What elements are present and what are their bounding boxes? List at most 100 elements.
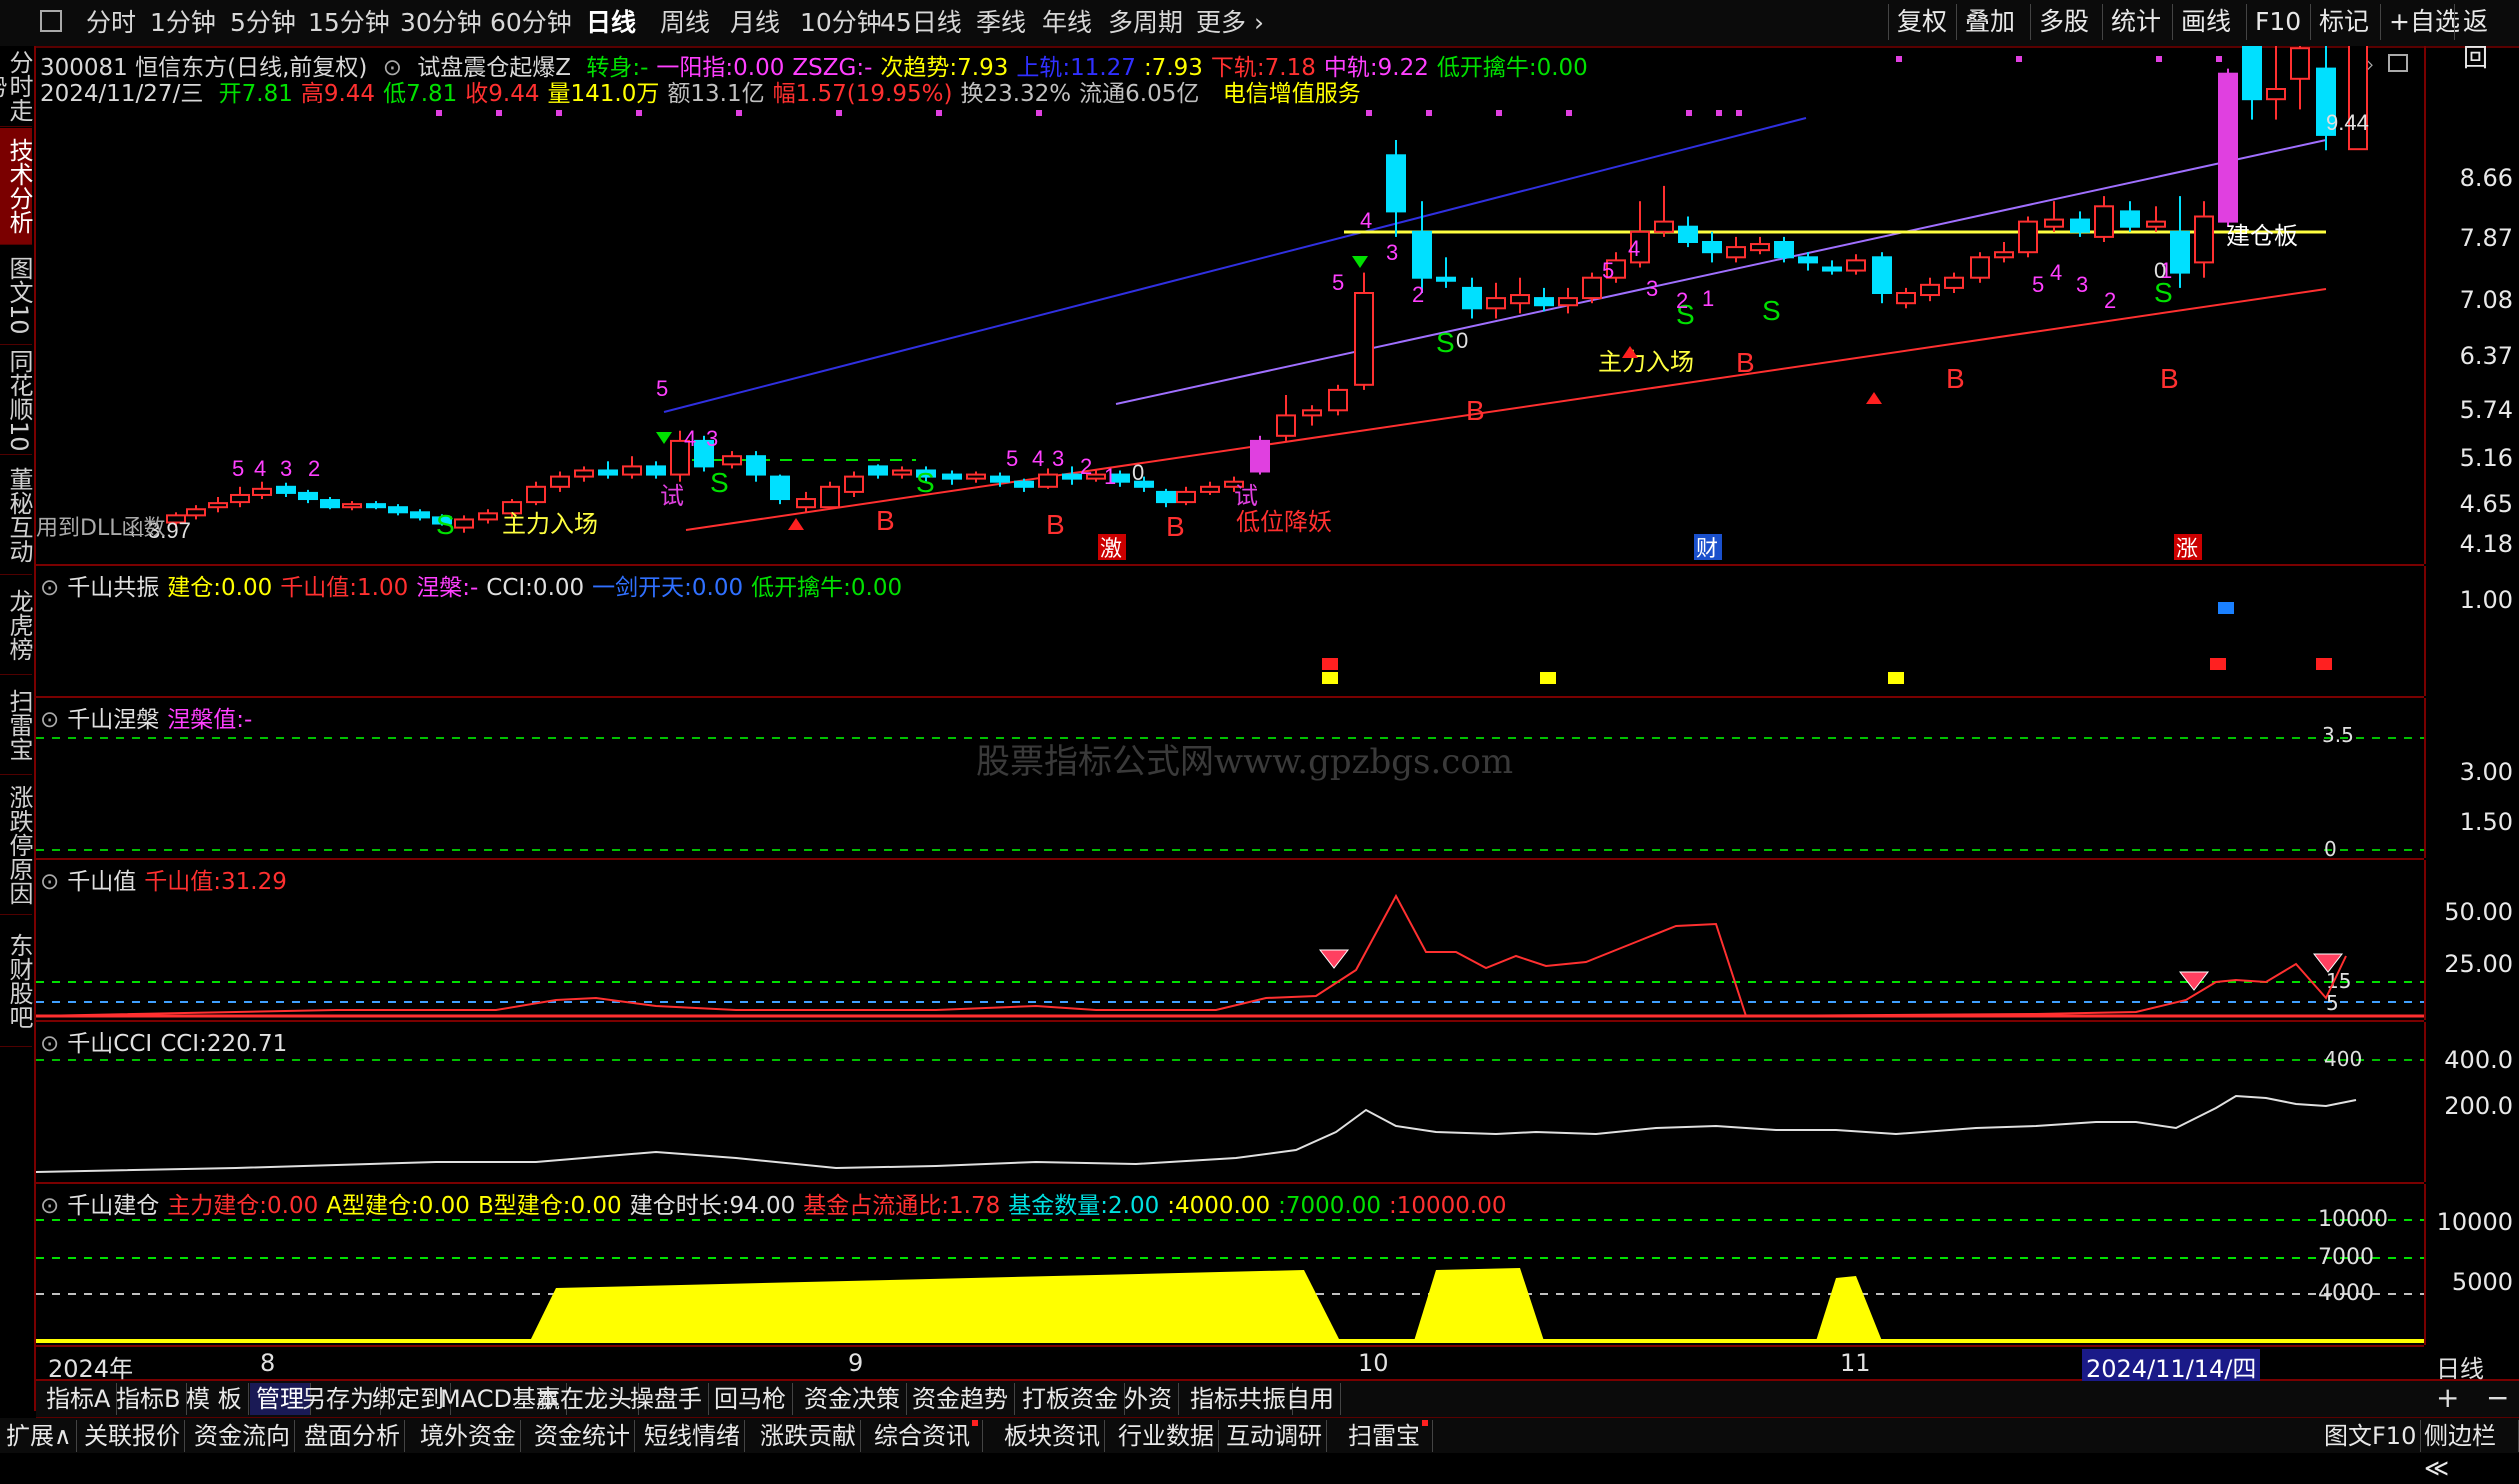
indicator-tab-14[interactable]: 指标共振 bbox=[1184, 1383, 1293, 1415]
status-tab-0[interactable]: 扩展∧ bbox=[2, 1420, 77, 1452]
status-right-1[interactable]: 侧边栏≪ bbox=[2420, 1420, 2519, 1482]
status-right-0[interactable]: 图文F10 bbox=[2320, 1420, 2422, 1452]
toolbar-right-1[interactable]: 叠加 bbox=[1956, 4, 2023, 40]
wave-count-11: 1 bbox=[1104, 464, 1116, 489]
period-tab-14[interactable]: 更多 › bbox=[1196, 6, 1264, 40]
signal-dot bbox=[1716, 110, 1722, 116]
candle bbox=[2094, 196, 2114, 242]
indicator-tab-0[interactable]: 指标A bbox=[40, 1383, 118, 1415]
status-tab-3[interactable]: 盘面分析 bbox=[300, 1420, 405, 1452]
buy-marker-0: B bbox=[876, 505, 895, 536]
gongzhen-panel[interactable]: ⊙ 千山共振 建仓:0.00 千山值:1.00 涅槃:- CCI:0.00 一剑开天:0.0… bbox=[36, 566, 2424, 698]
jiancang-panel[interactable]: ⊙ 千山建仓 主力建仓:0.00 A型建仓:0.00 B型建仓:0.00 建仓时长:94.… bbox=[36, 1184, 2424, 1347]
status-tab-6[interactable]: 短线情绪 bbox=[640, 1420, 745, 1452]
status-tab-5[interactable]: 资金统计 bbox=[530, 1420, 635, 1452]
period-label[interactable]: 日线 bbox=[2436, 1349, 2484, 1384]
minus-icon[interactable]: − bbox=[2486, 1381, 2509, 1414]
period-tab-3[interactable]: 15分钟 bbox=[308, 6, 390, 40]
kline-panel[interactable]: 300081 恒信东方(日线,前复权) ⊙ 试盘震仓起爆Z 转身:- 一阳指:0.… bbox=[36, 46, 2424, 566]
period-tab-10[interactable]: 45日线 bbox=[880, 6, 962, 40]
status-tab-4[interactable]: 境外资金 bbox=[416, 1420, 521, 1452]
wave-count-12: 5 bbox=[1332, 270, 1344, 295]
signal-dot bbox=[496, 110, 502, 116]
indicator-tab-8[interactable]: 操盘手 bbox=[624, 1383, 709, 1415]
sidebar-tab-3[interactable]: 同花顺10 bbox=[0, 346, 33, 455]
status-tab-10[interactable]: 行业数据 bbox=[1114, 1420, 1219, 1452]
sidebar-tab-6[interactable]: 扫雷宝 bbox=[0, 676, 33, 775]
sidebar-tab-7[interactable]: 涨跌停原因 bbox=[0, 776, 33, 915]
candle bbox=[2018, 216, 2038, 258]
toolbar-right-6[interactable]: 标记 bbox=[2310, 4, 2377, 40]
status-tab-9[interactable]: 板块资讯 bbox=[1000, 1420, 1105, 1452]
toolbar-right-8[interactable]: 返回 bbox=[2454, 4, 2519, 72]
sidebar-tab-0[interactable]: 分时走势 bbox=[0, 46, 33, 127]
indicator-tab-11[interactable]: 资金趋势 bbox=[906, 1383, 1015, 1415]
candle bbox=[2044, 201, 2064, 232]
add-icon[interactable]: + bbox=[2436, 1381, 2459, 1414]
resonance-signal-2 bbox=[1540, 672, 1556, 684]
badge-cai: 财 bbox=[1696, 536, 1718, 561]
status-tab-2[interactable]: 资金流向 bbox=[190, 1420, 295, 1452]
period-tab-7[interactable]: 周线 bbox=[660, 6, 710, 40]
candle bbox=[1726, 236, 1746, 263]
status-tab-1[interactable]: 关联报价 bbox=[80, 1420, 185, 1452]
ax-qs-label-1: 25.00 bbox=[2444, 950, 2513, 978]
indicator-tab-15[interactable]: 自用 bbox=[1280, 1383, 1341, 1415]
candle bbox=[230, 486, 250, 508]
candle bbox=[1702, 231, 1722, 263]
wave-count-16: 5 bbox=[1602, 258, 1614, 283]
menu-toggle-icon[interactable] bbox=[40, 10, 62, 32]
indicator-tab-10[interactable]: 资金决策 bbox=[798, 1383, 907, 1415]
period-tab-6[interactable]: 日线 bbox=[586, 6, 636, 40]
period-tab-13[interactable]: 多周期 bbox=[1108, 6, 1183, 40]
toolbar-right-0[interactable]: 复权 bbox=[1888, 4, 1955, 40]
period-tab-5[interactable]: 60分钟 bbox=[490, 6, 572, 40]
period-tab-4[interactable]: 30分钟 bbox=[400, 6, 482, 40]
cci-panel[interactable]: ⊙ 千山CCI CCI:220.71 400 bbox=[36, 1022, 2424, 1184]
candlestick-chart[interactable]: 9.44←3.97建仓板主力入场主力入场低位降妖试 试B B BBBB BSS SSS SS… bbox=[36, 46, 2424, 564]
indicator-tab-7[interactable]: 赢在龙头 bbox=[530, 1383, 639, 1415]
period-tab-0[interactable]: 分时 bbox=[86, 6, 136, 40]
sidebar-tab-1[interactable]: 技术分析 bbox=[0, 128, 33, 245]
indicator-tab-2[interactable]: 模 板 bbox=[180, 1383, 249, 1415]
toolbar-right-5[interactable]: F10 bbox=[2246, 4, 2309, 40]
indicator-tab-12[interactable]: 打板资金 bbox=[1016, 1383, 1125, 1415]
status-tab-11[interactable]: 互动调研 bbox=[1222, 1420, 1327, 1452]
jiancang-chart: 10000 7000 4000 bbox=[36, 1207, 2424, 1343]
indicator-tab-9[interactable]: 回马枪 bbox=[708, 1383, 793, 1415]
period-tab-12[interactable]: 年线 bbox=[1042, 6, 1092, 40]
niepan-panel[interactable]: ⊙ 千山涅槃 涅槃值:- 3.5 0 股票指标公式网www.gpzbgs.com bbox=[36, 698, 2424, 860]
status-tab-12[interactable]: 扫雷宝 bbox=[1344, 1420, 1433, 1452]
period-tab-11[interactable]: 季线 bbox=[976, 6, 1026, 40]
niepan-line-label-1: 0 bbox=[2324, 837, 2337, 858]
period-tab-8[interactable]: 月线 bbox=[730, 6, 780, 40]
qianshan-panel[interactable]: ⊙ 千山值 千山值:31.29 15 5 bbox=[36, 860, 2424, 1022]
candle bbox=[298, 489, 318, 504]
x-label-aug: 8 bbox=[260, 1349, 276, 1377]
signal-dot bbox=[556, 110, 562, 116]
sidebar-tab-2[interactable]: 图文10 bbox=[0, 246, 33, 345]
up-arrow-0 bbox=[788, 518, 804, 530]
sidebar-tab-8[interactable]: 东财股吧 bbox=[0, 916, 33, 1047]
period-tab-1[interactable]: 1分钟 bbox=[150, 6, 216, 40]
status-tab-7[interactable]: 涨跌贡献 bbox=[756, 1420, 861, 1452]
signal-dot bbox=[2016, 56, 2022, 62]
toolbar-right-3[interactable]: 统计 bbox=[2102, 4, 2169, 40]
resonance-signal-5 bbox=[2316, 658, 2332, 670]
wave-count-20: 1 bbox=[1702, 286, 1714, 311]
toolbar-right-4[interactable]: 画线 bbox=[2172, 4, 2239, 40]
cci-line bbox=[36, 1094, 2357, 1173]
period-tab-9[interactable]: 10分钟 bbox=[800, 6, 882, 40]
signal-dot bbox=[436, 110, 442, 116]
toolbar-right-2[interactable]: 多股 bbox=[2030, 4, 2097, 40]
indicator-tab-1[interactable]: 指标B bbox=[110, 1383, 188, 1415]
wave-count-18: 3 bbox=[1646, 276, 1658, 301]
sidebar-tab-4[interactable]: 董秘互动 bbox=[0, 456, 33, 575]
indicator-tab-13[interactable]: 外资 bbox=[1118, 1383, 1179, 1415]
status-tab-8[interactable]: 综合资讯 bbox=[870, 1420, 983, 1452]
sidebar-tab-5[interactable]: 龙虎榜 bbox=[0, 576, 33, 675]
candle bbox=[1872, 252, 1892, 304]
period-tab-2[interactable]: 5分钟 bbox=[230, 6, 296, 40]
x-label-year: 2024年 bbox=[48, 1355, 134, 1383]
ax-main-label-4: 5.74 bbox=[2459, 396, 2513, 424]
